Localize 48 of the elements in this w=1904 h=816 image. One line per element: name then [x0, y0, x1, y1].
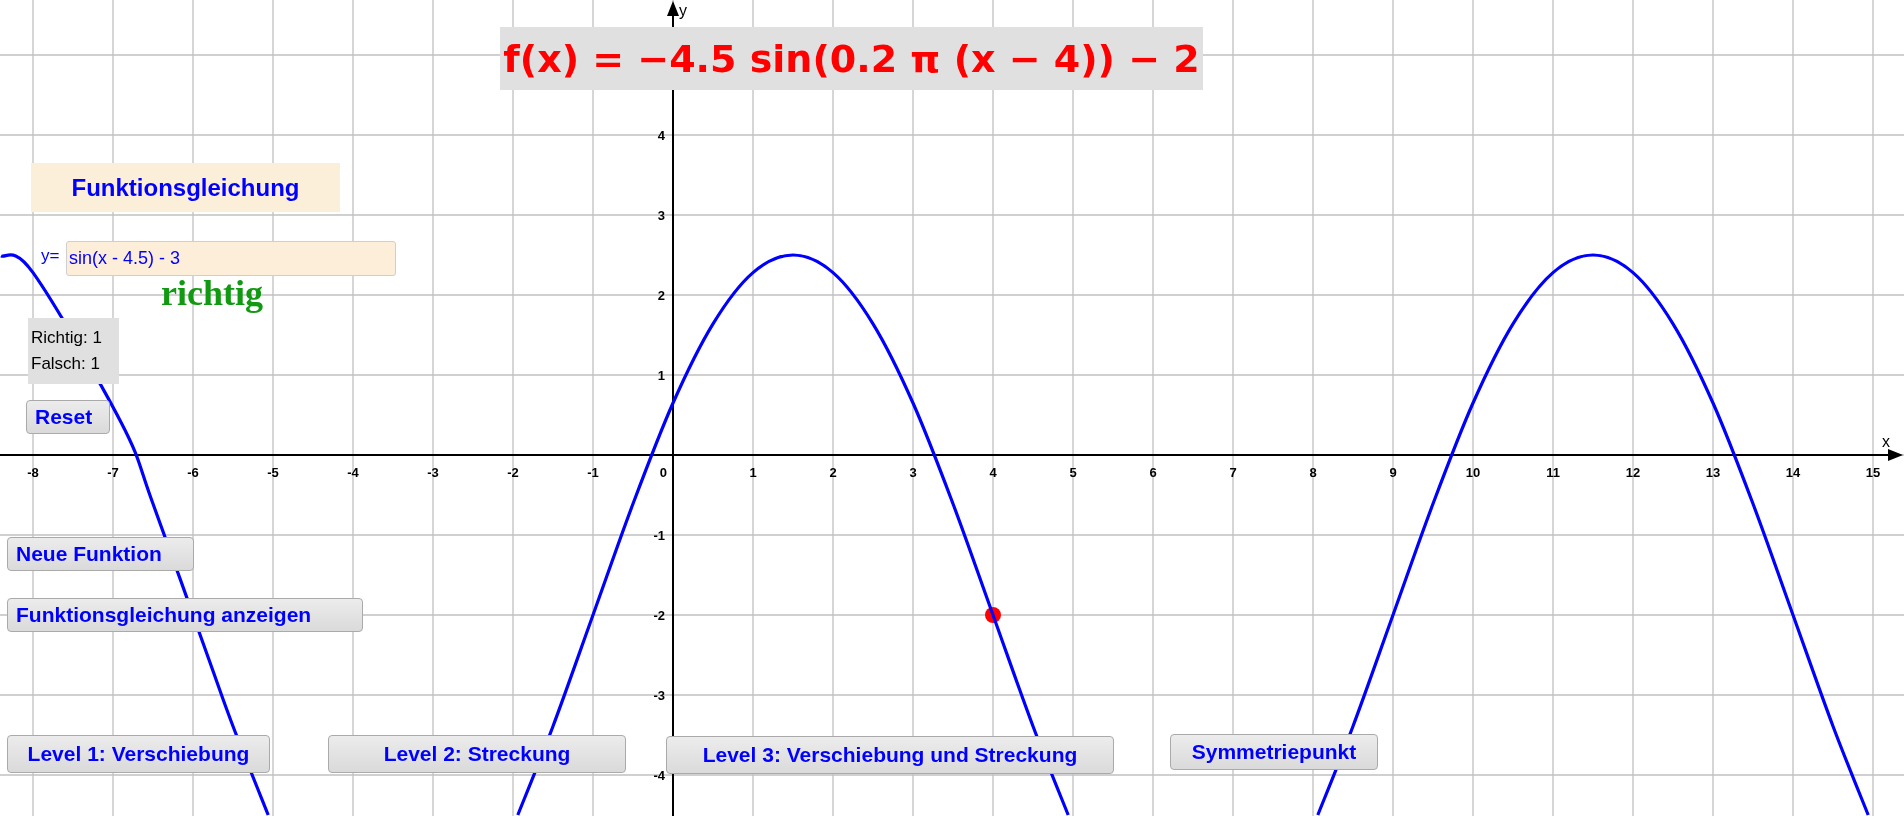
tick-label: 0 — [659, 465, 667, 480]
tick-label: 10 — [1465, 465, 1481, 480]
input-field[interactable]: sin(x - 4.5) - 3 — [66, 241, 396, 276]
tick-label: 4 — [989, 465, 997, 480]
tick-label: 5 — [1069, 465, 1077, 480]
tick-label: -6 — [187, 465, 199, 480]
score-text: Falsch: 1 — [31, 354, 101, 374]
tick-label: 2 — [657, 288, 665, 303]
point-marker[interactable] — [985, 607, 1001, 623]
show-equation-button[interactable]: Funktionsgleichung anzeigen — [7, 598, 363, 632]
tick-label: 4 — [657, 128, 665, 143]
tick-label: 11 — [1546, 465, 1560, 480]
tick-label: -3 — [427, 465, 439, 480]
tick-label: -8 — [27, 465, 39, 480]
heading-label: Funktionsgleichung — [31, 163, 340, 212]
tick-label: 8 — [1309, 465, 1317, 480]
axis-label: x — [1882, 433, 1890, 450]
level-button[interactable]: Level 3: Verschiebung und Streckung — [666, 736, 1114, 774]
tick-label: 3 — [657, 208, 665, 223]
tick-label: -5 — [267, 465, 279, 480]
tick-label: -1 — [587, 465, 599, 480]
symmetry-point-button[interactable]: Symmetriepunkt — [1170, 734, 1378, 770]
tick-label: -7 — [107, 465, 119, 480]
axis-label: y — [679, 2, 687, 19]
tick-label: -1 — [653, 528, 665, 543]
tick-label: 14 — [1785, 465, 1801, 480]
tick-label: 12 — [1625, 465, 1641, 480]
tick-label: -4 — [653, 768, 665, 783]
tick-label: 2 — [829, 465, 837, 480]
tick-label: -2 — [507, 465, 519, 480]
tick-label: 7 — [1229, 465, 1237, 480]
reset-button[interactable]: Reset — [26, 400, 110, 434]
tick-label: 3 — [909, 465, 917, 480]
score-text: Richtig: 1 — [31, 328, 103, 348]
tick-label: 9 — [1389, 465, 1397, 480]
tick-label: 1 — [657, 368, 665, 383]
new-function-button[interactable]: Neue Funktion — [7, 537, 194, 571]
level-button[interactable]: Level 1: Verschiebung — [7, 735, 270, 773]
tick-label: 6 — [1149, 465, 1157, 480]
tick-label: 15 — [1865, 465, 1881, 480]
tick-label: 1 — [749, 465, 757, 480]
tick-label: -2 — [653, 608, 665, 623]
tick-label: -3 — [653, 688, 665, 703]
tick-label: -4 — [347, 465, 359, 480]
level-button[interactable]: Level 2: Streckung — [328, 735, 626, 773]
function-equation: f(x) = −4.5 sin(0.2 π (x − 4)) − 2 — [500, 27, 1203, 90]
tick-label: 13 — [1705, 465, 1721, 480]
input-label: y= — [41, 246, 60, 266]
